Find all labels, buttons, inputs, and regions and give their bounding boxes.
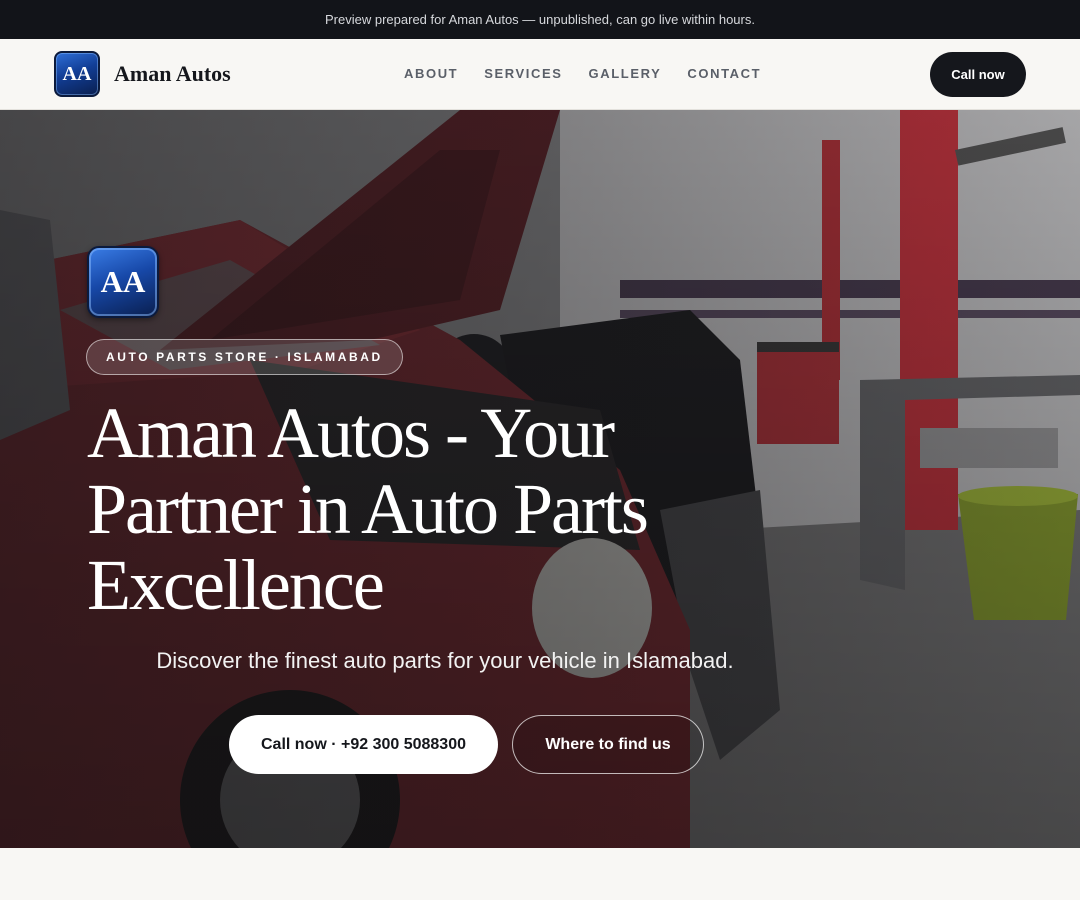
hero-eyebrow-pill: AUTO PARTS STORE · ISLAMABAD — [86, 339, 403, 375]
hero-title: Aman Autos - Your Partner in Auto Parts … — [87, 393, 649, 625]
find-us-button[interactable]: Where to find us — [512, 715, 704, 774]
hero-section: AA AUTO PARTS STORE · ISLAMABAD Aman Aut… — [0, 110, 1080, 848]
nav-link-gallery[interactable]: GALLERY — [589, 66, 662, 81]
site-header: AA Aman Autos ABOUT SERVICES GALLERY CON… — [0, 39, 1080, 110]
nav-link-contact[interactable]: CONTACT — [687, 66, 761, 81]
logo-initials: AA — [62, 62, 92, 85]
call-now-button[interactable]: Call now — [930, 52, 1026, 97]
hero-logo-badge: AA — [87, 246, 159, 318]
nav-link-services[interactable]: SERVICES — [484, 66, 562, 81]
main-nav: ABOUT SERVICES GALLERY CONTACT — [404, 66, 761, 81]
preview-banner: Preview prepared for Aman Autos — unpubl… — [0, 0, 1080, 39]
nav-link-about[interactable]: ABOUT — [404, 66, 458, 81]
preview-banner-text: Preview prepared for Aman Autos — unpubl… — [325, 12, 755, 27]
hero-subtitle: Discover the finest auto parts for your … — [156, 648, 734, 673]
logo-badge[interactable]: AA — [54, 51, 100, 97]
hero-logo-initials: AA — [100, 264, 146, 299]
call-phone-button[interactable]: Call now · +92 300 5088300 — [229, 715, 498, 774]
brand-name[interactable]: Aman Autos — [114, 61, 231, 87]
